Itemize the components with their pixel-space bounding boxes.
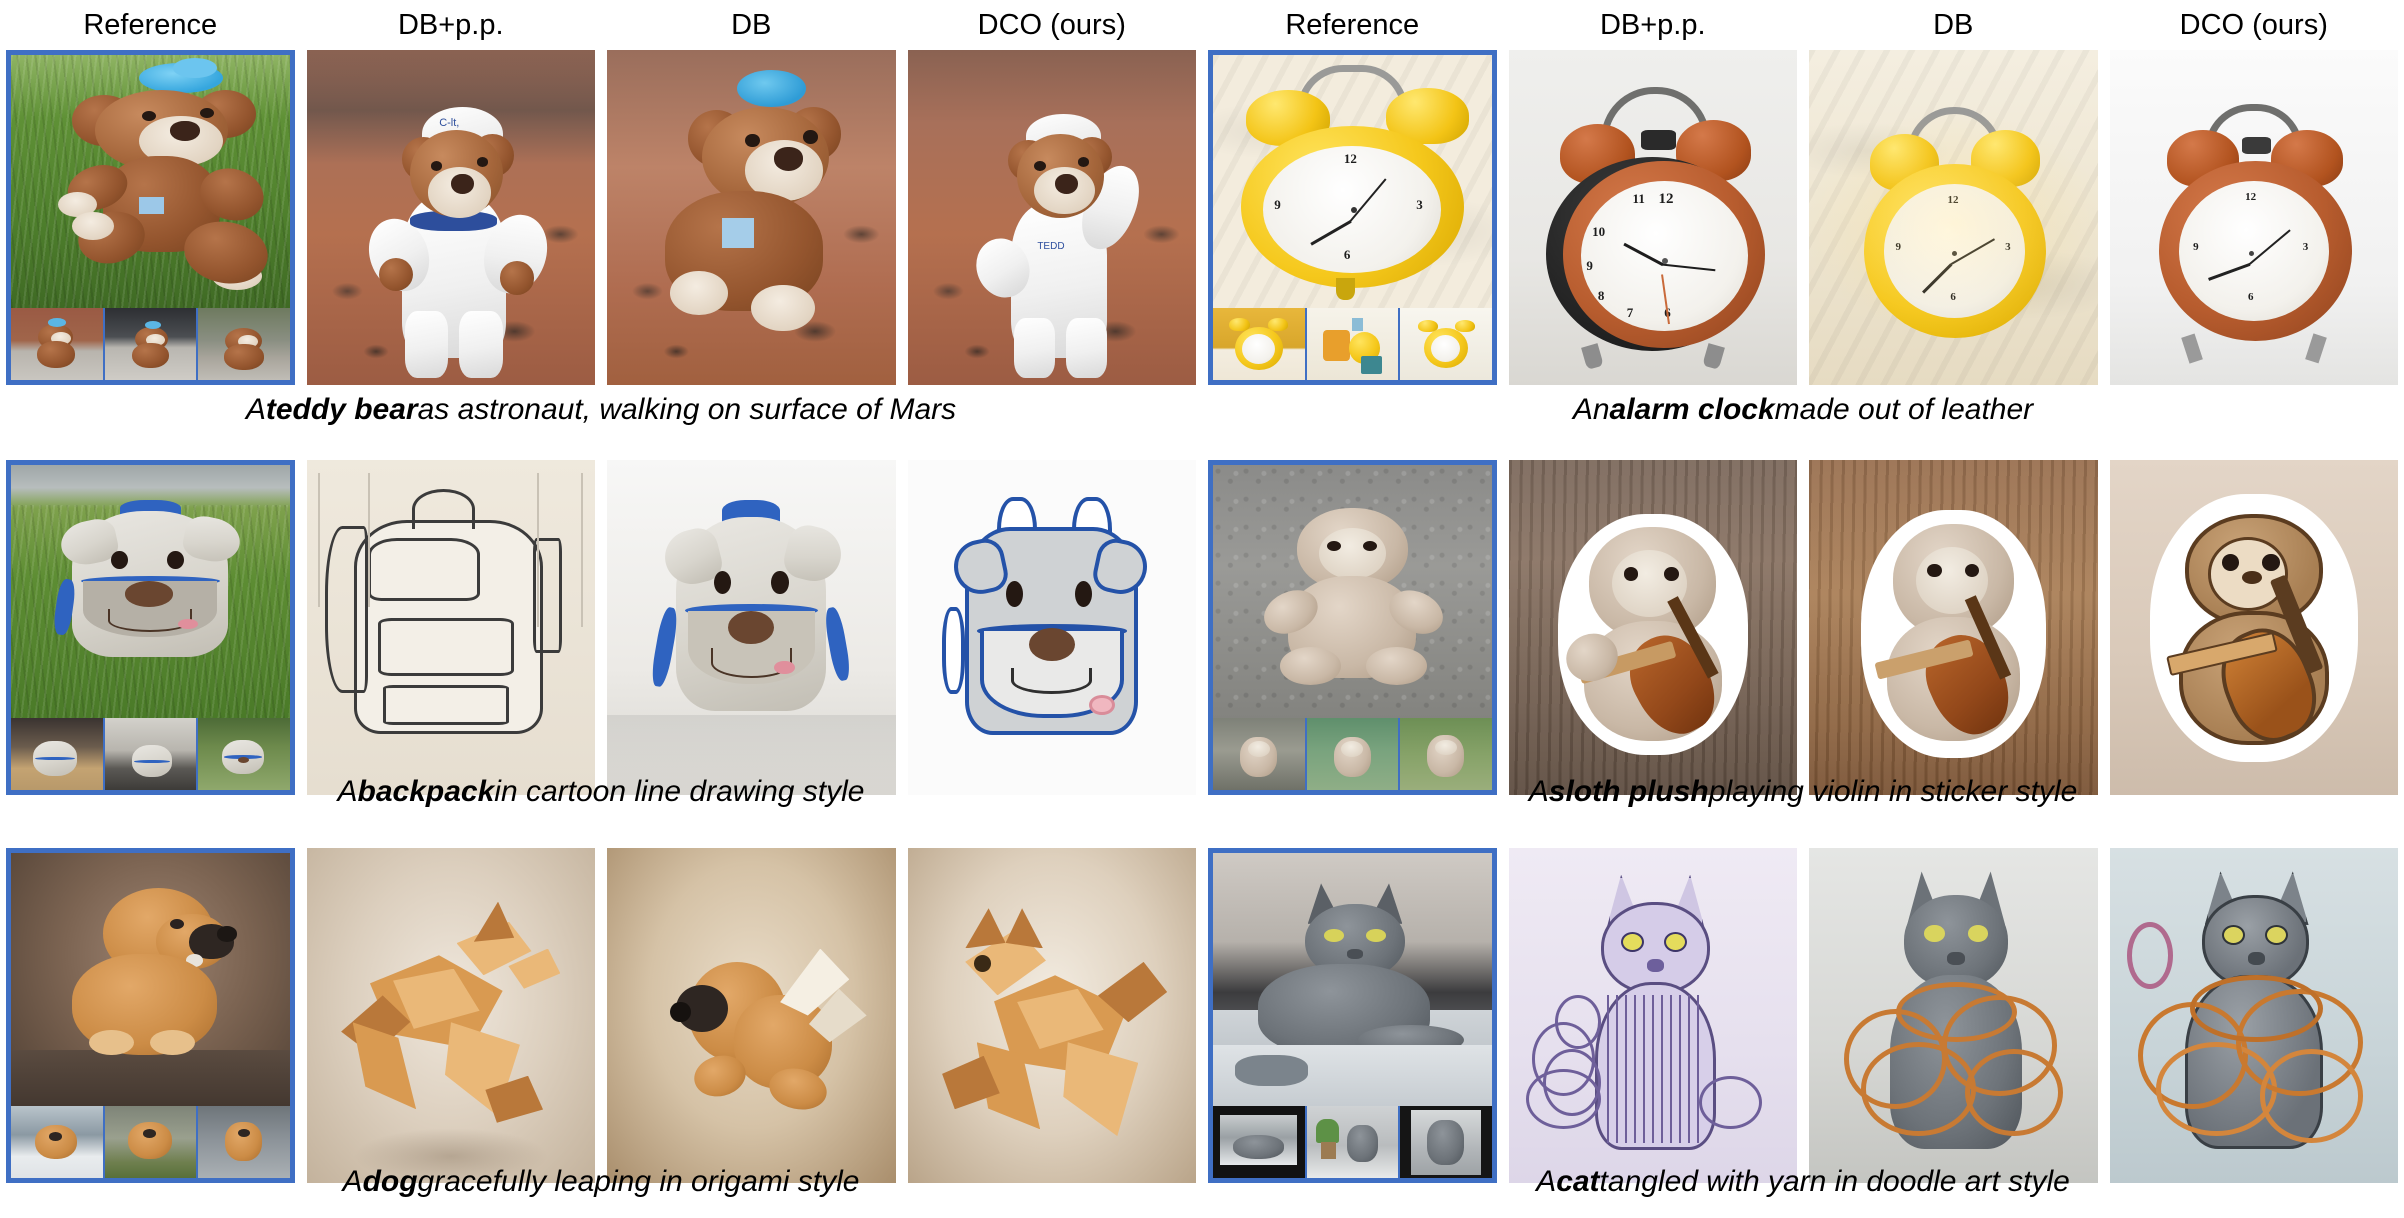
caption-row2-left: A backpack in cartoon line drawing style — [0, 772, 1202, 812]
generated-image-db-clock: 12 3 6 9 — [1809, 50, 2098, 385]
caption-row3-right: A cat tangled with yarn in doodle art st… — [1202, 1162, 2404, 1202]
column-header-reference-left: Reference — [83, 8, 218, 41]
caption-text-suffix: made out of leather — [1774, 393, 2034, 426]
generated-image-dco-teddy: TEDD — [907, 50, 1196, 385]
reference-main-image — [11, 853, 290, 1106]
generated-image-dco-cat — [2109, 848, 2398, 1183]
reference-thumbnail[interactable] — [104, 308, 196, 380]
caption-text-prefix: A — [1536, 1165, 1557, 1198]
reference-main-image — [1213, 853, 1492, 1106]
generated-image-dbpp-dog — [306, 848, 595, 1183]
cell-row3-dbpp-cat[interactable] — [1503, 848, 1804, 1183]
cell-row2-dbpp-sloth[interactable] — [1503, 460, 1804, 795]
reference-thumbnail[interactable] — [198, 308, 290, 380]
cell-row3-dco-cat[interactable] — [2104, 848, 2404, 1183]
caption-text-prefix: A — [342, 1165, 363, 1198]
reference-main-image — [11, 55, 290, 308]
cell-row3-dco-dog[interactable] — [902, 848, 1203, 1183]
generated-image-dco-backpack — [907, 460, 1196, 795]
generated-image-db-dog — [607, 848, 896, 1183]
cell-row2-db-backpack[interactable] — [601, 460, 902, 795]
reference-image-dog — [6, 848, 295, 1183]
column-header-dbpp-right: DB+p.p. — [1599, 8, 1706, 41]
caption-text-suffix: tangled with yarn in doodle art style — [1599, 1165, 2070, 1198]
reference-image-teddy — [6, 50, 295, 385]
cell-row1-dbpp-clock[interactable]: 12 11 10 9 8 7 6 — [1503, 50, 1804, 385]
reference-image-clock: 12 3 6 9 — [1208, 50, 1497, 385]
cell-row3-reference-dog[interactable] — [0, 848, 301, 1183]
caption-row1-left: A teddy bear as astronaut, walking on su… — [0, 390, 1202, 430]
caption-text-prefix: A — [1528, 775, 1549, 808]
cell-row2-db-sloth[interactable] — [1803, 460, 2104, 795]
caption-subject: teddy bear — [265, 393, 418, 426]
caption-subject: sloth plush — [1548, 775, 1709, 808]
generated-image-dco-sloth — [2109, 460, 2398, 795]
reference-main-image — [11, 465, 290, 718]
caption-text-suffix: playing violin in sticker style — [1708, 775, 2078, 808]
column-header-dco-left: DCO (ours) — [977, 8, 1126, 41]
generated-image-db-sloth — [1809, 460, 2098, 795]
generated-image-dbpp-cat — [1508, 848, 1797, 1183]
reference-main-image: 12 3 6 9 — [1213, 55, 1492, 308]
reference-image-cat — [1208, 848, 1497, 1183]
generated-image-db-teddy — [607, 50, 896, 385]
cell-row1-db-teddy[interactable] — [601, 50, 902, 385]
generated-image-db-cat — [1809, 848, 2098, 1183]
column-header-row: Reference DB+p.p. DB DCO (ours) Referenc… — [0, 2, 2404, 48]
caption-subject: dog — [362, 1165, 418, 1198]
caption-text-prefix: A — [245, 393, 266, 426]
image-row-1: C-lt, TEDD 12 3 6 9 12 11 10 9 8 7 12 3 … — [0, 50, 2404, 385]
image-row-3 — [0, 848, 2404, 1183]
image-row-2 — [0, 460, 2404, 795]
cell-row1-reference-clock[interactable]: 12 3 6 9 — [1202, 50, 1503, 385]
generated-image-dbpp-clock: 12 11 10 9 8 7 6 — [1508, 50, 1797, 385]
generated-image-dbpp-teddy: C-lt, — [306, 50, 595, 385]
cell-row1-reference-teddy[interactable] — [0, 50, 301, 385]
cell-row1-dco-clock[interactable]: 12 3 6 9 — [2104, 50, 2404, 385]
reference-image-sloth — [1208, 460, 1497, 795]
caption-row3-left: A dog gracefully leaping in origami styl… — [0, 1162, 1202, 1202]
reference-main-image — [1213, 465, 1492, 718]
caption-text-suffix: as astronaut, walking on surface of Mars — [417, 393, 957, 426]
cell-row3-db-cat[interactable] — [1803, 848, 2104, 1183]
reference-image-backpack — [6, 460, 295, 795]
column-header-db-left: DB — [731, 8, 772, 41]
caption-subject: alarm clock — [1609, 393, 1775, 426]
caption-text-suffix: gracefully leaping in origami style — [417, 1165, 860, 1198]
reference-thumbnail-strip — [11, 308, 290, 380]
column-header-dco-right: DCO (ours) — [2179, 8, 2328, 41]
comparison-figure: Reference DB+p.p. DB DCO (ours) Referenc… — [0, 0, 2404, 1218]
reference-thumbnail[interactable] — [1400, 308, 1492, 380]
generated-image-dbpp-sloth — [1508, 460, 1797, 795]
cell-row2-dbpp-backpack[interactable] — [301, 460, 602, 795]
cell-row2-dco-sloth[interactable] — [2104, 460, 2404, 795]
cell-row3-reference-cat[interactable] — [1202, 848, 1503, 1183]
caption-row1-right: An alarm clock made out of leather — [1202, 390, 2404, 430]
reference-thumbnail[interactable] — [11, 308, 103, 380]
column-header-dbpp-left: DB+p.p. — [397, 8, 504, 41]
cell-row2-reference-backpack[interactable] — [0, 460, 301, 795]
column-header-db-right: DB — [1933, 8, 1974, 41]
cell-row3-db-dog[interactable] — [601, 848, 902, 1183]
cell-row2-dco-backpack[interactable] — [902, 460, 1203, 795]
cell-row1-db-clock[interactable]: 12 3 6 9 — [1803, 50, 2104, 385]
reference-thumbnail[interactable] — [1213, 308, 1305, 380]
reference-thumbnail[interactable] — [1306, 308, 1398, 380]
generated-image-db-backpack — [607, 460, 896, 795]
caption-row2-right: A sloth plush playing violin in sticker … — [1202, 772, 2404, 812]
column-header-reference-right: Reference — [1285, 8, 1420, 41]
caption-text-suffix: in cartoon line drawing style — [494, 775, 865, 808]
caption-text-prefix: A — [337, 775, 358, 808]
generated-image-dco-clock: 12 3 6 9 — [2109, 50, 2398, 385]
generated-image-dbpp-backpack — [306, 460, 595, 795]
caption-subject: cat — [1556, 1165, 1600, 1198]
caption-subject: backpack — [357, 775, 495, 808]
cell-row2-reference-sloth[interactable] — [1202, 460, 1503, 795]
reference-thumbnail-strip — [1213, 308, 1492, 380]
generated-image-dco-dog — [907, 848, 1196, 1183]
cell-row1-dco-teddy[interactable]: TEDD — [902, 50, 1203, 385]
cell-row1-dbpp-teddy[interactable]: C-lt, — [301, 50, 602, 385]
cell-row3-dbpp-dog[interactable] — [301, 848, 602, 1183]
caption-text-prefix: An — [1572, 393, 1610, 426]
